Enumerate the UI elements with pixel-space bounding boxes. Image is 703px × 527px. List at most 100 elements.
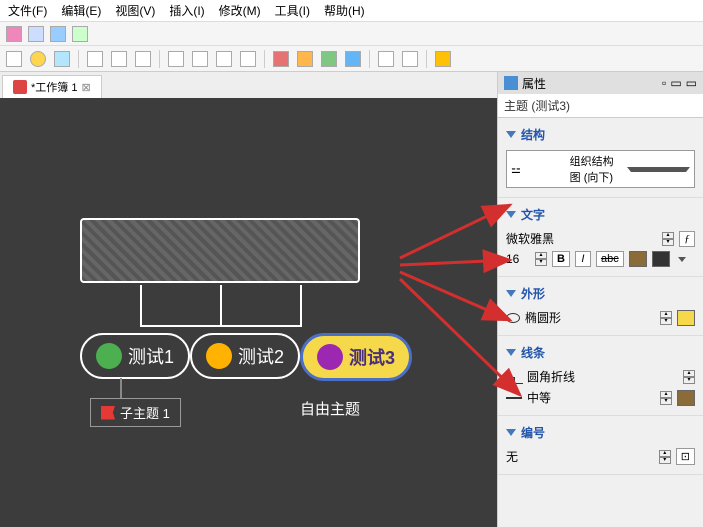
tab-app-icon: [13, 80, 27, 94]
collapse-icon: [506, 349, 516, 356]
open-icon[interactable]: [28, 26, 44, 42]
topic-node-3-selected[interactable]: 测试3: [300, 333, 412, 381]
shape-spinner[interactable]: ▴▾: [660, 311, 672, 325]
menu-bar: 文件(F) 编辑(E) 视图(V) 插入(I) 修改(M) 工具(I) 帮助(H…: [0, 0, 703, 22]
script-button[interactable]: ƒ: [679, 231, 695, 247]
line-color-swatch[interactable]: [677, 390, 695, 406]
bulb-icon[interactable]: [30, 51, 46, 67]
page-icon[interactable]: [6, 51, 22, 67]
connector: [140, 285, 142, 325]
dropdown-icon[interactable]: [678, 257, 686, 262]
tab-title: *工作簿 1: [31, 79, 77, 95]
section-shape: 外形 椭圆形 ▴▾: [498, 277, 703, 336]
section-number: 编号 无 ▴▾ ⊡: [498, 416, 703, 475]
align-button[interactable]: [652, 251, 670, 267]
section-text: 文字 微软雅黑 ▴▾ ƒ 16 ▴▾ B I abc: [498, 198, 703, 277]
toolbar-2: [0, 46, 703, 72]
shape-select[interactable]: 椭圆形: [525, 309, 655, 326]
undo-icon[interactable]: [378, 51, 394, 67]
size-spinner[interactable]: ▴▾: [535, 252, 547, 266]
connector: [300, 285, 302, 325]
section-line: 线条 圆角折线 ▴▾ 中等 ▴▾: [498, 336, 703, 416]
section-header[interactable]: 结构: [506, 123, 695, 146]
section-header[interactable]: 外形: [506, 282, 695, 305]
minimize-icon[interactable]: ▫: [662, 76, 666, 90]
node-label: 测试1: [128, 343, 174, 369]
toolbar-1: [0, 22, 703, 46]
flag-icon: [101, 406, 115, 420]
separator: [78, 50, 79, 68]
line-spinner[interactable]: ▴▾: [683, 370, 695, 384]
tab-close-icon[interactable]: ⊠: [81, 81, 90, 94]
link-icon[interactable]: [240, 51, 256, 67]
font-spinner[interactable]: ▴▾: [662, 232, 674, 246]
tool-icon[interactable]: [135, 51, 151, 67]
close-icon[interactable]: ▭: [686, 76, 697, 90]
section-header[interactable]: 编号: [506, 421, 695, 444]
flag-red-icon[interactable]: [273, 51, 289, 67]
collapse-icon: [506, 290, 516, 297]
document-tab[interactable]: *工作簿 1 ⊠: [2, 75, 102, 98]
dropdown-icon: [627, 167, 690, 172]
new-file-icon[interactable]: [6, 26, 22, 42]
flag-green-icon[interactable]: [321, 51, 337, 67]
flag-orange-icon[interactable]: [297, 51, 313, 67]
smiley-yellow-icon: [206, 343, 232, 369]
chart-icon[interactable]: [54, 51, 70, 67]
font-family[interactable]: 微软雅黑: [506, 230, 657, 247]
panel-title: 属性: [522, 75, 658, 92]
tag-icon[interactable]: [192, 51, 208, 67]
menu-modify[interactable]: 修改(M): [219, 2, 261, 19]
number-spinner[interactable]: ▴▾: [659, 450, 671, 464]
redo-icon[interactable]: [402, 51, 418, 67]
line-weight-icon: [506, 397, 522, 399]
number-select[interactable]: 无: [506, 448, 654, 465]
line-style-icon: [506, 371, 522, 383]
structure-select[interactable]: ⚍ 组织结构图 (向下): [506, 150, 695, 188]
mindmap-canvas[interactable]: 测试1 测试2 测试3 子主题 1 自由主题: [0, 98, 497, 527]
topic-node-1[interactable]: 测试1: [80, 333, 190, 379]
sub-topic[interactable]: 子主题 1: [90, 398, 181, 427]
refresh-icon[interactable]: [72, 26, 88, 42]
strike-button[interactable]: abc: [596, 251, 624, 267]
section-header[interactable]: 文字: [506, 203, 695, 226]
section-header[interactable]: 线条: [506, 341, 695, 364]
edit-icon[interactable]: [168, 51, 184, 67]
connector: [120, 378, 122, 398]
menu-help[interactable]: 帮助(H): [324, 2, 365, 19]
connector: [140, 325, 302, 327]
flag-blue-icon[interactable]: [345, 51, 361, 67]
menu-edit[interactable]: 编辑(E): [61, 2, 101, 19]
number-format-button[interactable]: ⊡: [676, 448, 695, 465]
separator: [369, 50, 370, 68]
attach-icon[interactable]: [216, 51, 232, 67]
line-type-select[interactable]: 圆角折线: [527, 368, 678, 385]
up-arrow-icon[interactable]: [435, 51, 451, 67]
italic-button[interactable]: I: [575, 251, 591, 267]
text-color-swatch[interactable]: [629, 251, 647, 267]
smiley-green-icon: [96, 343, 122, 369]
font-size[interactable]: 16: [506, 252, 530, 266]
org-chart-icon: ⚍: [511, 163, 566, 176]
menu-tools[interactable]: 工具(I): [275, 2, 310, 19]
weight-spinner[interactable]: ▴▾: [660, 391, 672, 405]
line-weight-select[interactable]: 中等: [527, 389, 655, 406]
topic-node-2[interactable]: 测试2: [190, 333, 300, 379]
restore-icon[interactable]: ▭: [670, 76, 681, 90]
panel-icon: [504, 76, 518, 90]
collapse-icon: [506, 211, 516, 218]
fill-color-swatch[interactable]: [677, 310, 695, 326]
free-topic-label[interactable]: 自由主题: [300, 398, 360, 419]
menu-file[interactable]: 文件(F): [8, 2, 47, 19]
tool-icon[interactable]: [111, 51, 127, 67]
bold-button[interactable]: B: [552, 251, 570, 267]
node-label: 子主题 1: [120, 403, 170, 422]
menu-insert[interactable]: 插入(I): [169, 2, 204, 19]
smiley-purple-icon: [317, 344, 343, 370]
node-label: 测试2: [238, 343, 284, 369]
menu-view[interactable]: 视图(V): [115, 2, 155, 19]
save-icon[interactable]: [50, 26, 66, 42]
tool-icon[interactable]: [87, 51, 103, 67]
panel-header: 属性 ▫ ▭ ▭: [498, 72, 703, 94]
root-topic[interactable]: [80, 218, 360, 283]
